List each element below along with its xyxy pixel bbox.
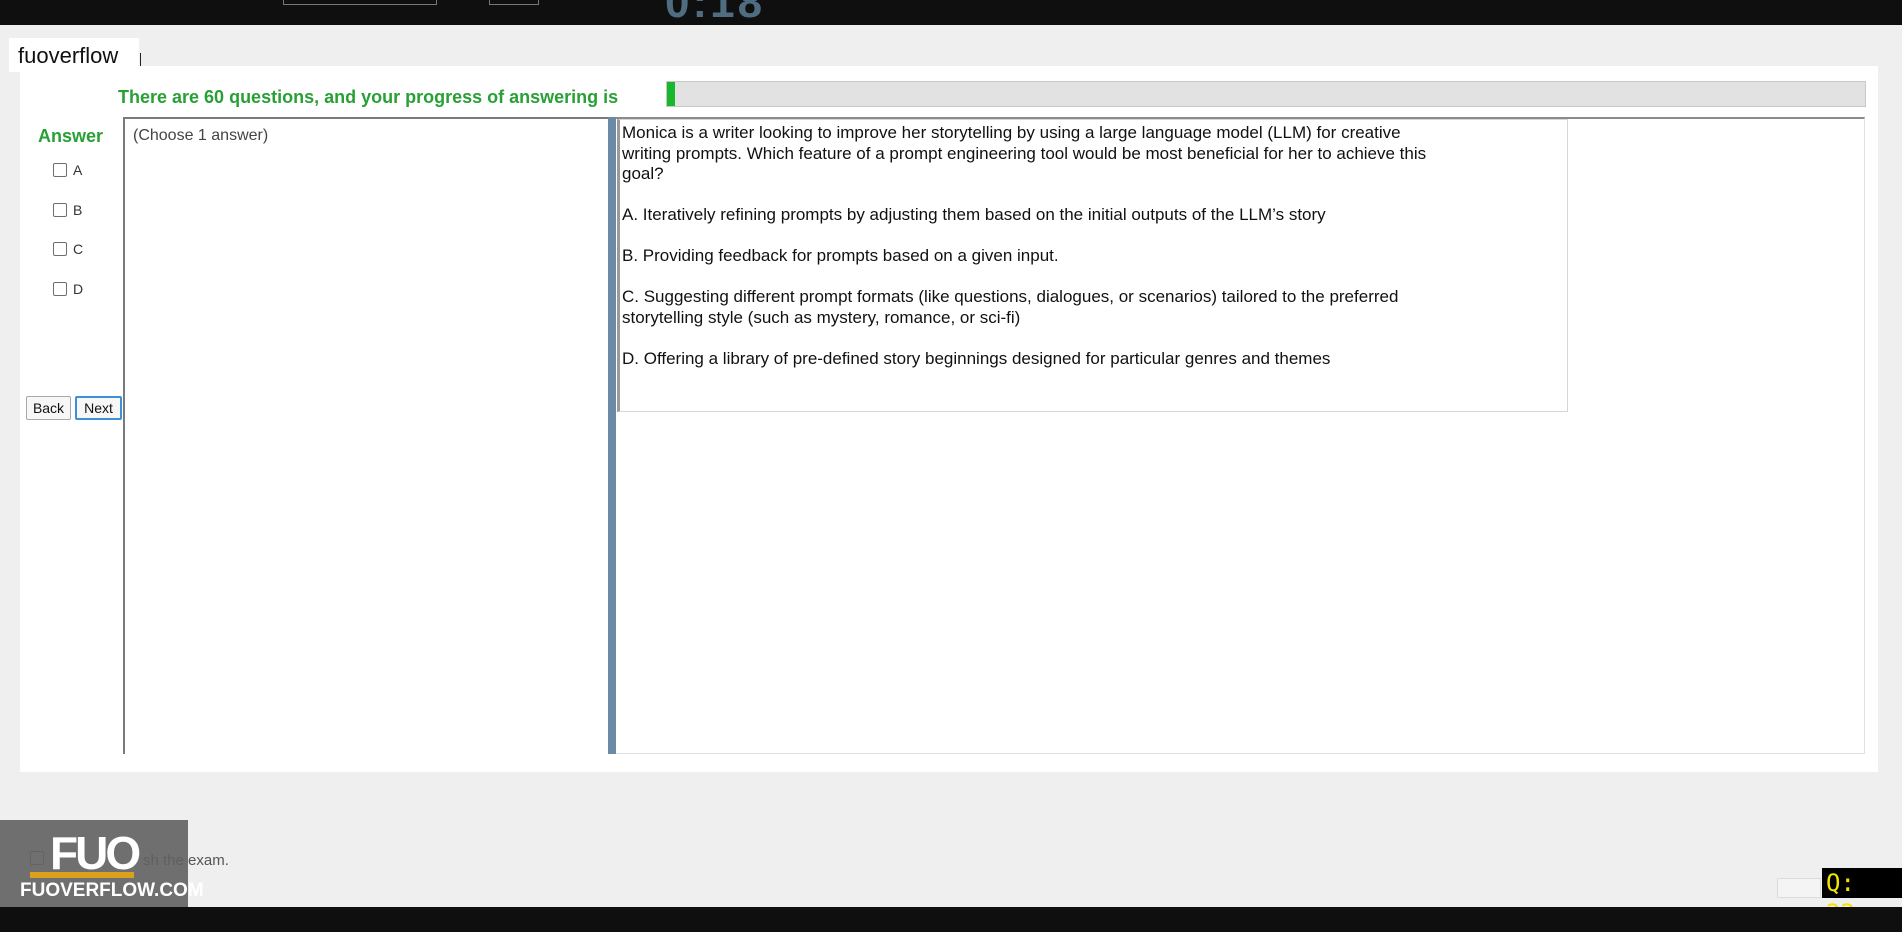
answer-title: Answer	[38, 126, 104, 146]
partial-timer: 0:18	[665, 0, 766, 25]
answer-option-label: D	[73, 281, 84, 297]
question-option-d-text: D. Offering a library of pre-defined sto…	[622, 349, 1331, 368]
next-button[interactable]: Next	[75, 396, 122, 420]
checkbox-a[interactable]	[53, 163, 67, 177]
progress-bar	[666, 81, 1866, 107]
partial-control	[283, 0, 437, 5]
answer-text-area[interactable]: (Choose 1 answer)	[123, 117, 608, 754]
question-option-a-text: A. Iteratively refining prompts by adjus…	[622, 205, 1326, 224]
question-stem-line: writing prompts. Which feature of a prom…	[622, 144, 1427, 163]
question-option-b-text: B. Providing feedback for prompts based …	[622, 246, 1059, 265]
question-counter: Q: 22	[1822, 868, 1902, 927]
question-option-c-text-cont: storytelling style (such as mystery, rom…	[622, 308, 1021, 327]
checkbox-d[interactable]	[53, 282, 67, 296]
question-stem-line: Monica is a writer looking to improve he…	[622, 123, 1401, 142]
back-button[interactable]: Back	[26, 396, 71, 420]
question-stem-line: goal?	[622, 164, 664, 183]
answer-option-label: B	[73, 202, 83, 218]
finish-button-partial[interactable]	[1777, 878, 1821, 898]
question-option-c-text: C. Suggesting different prompt formats (…	[622, 287, 1399, 306]
pane-splitter[interactable]	[608, 117, 616, 754]
top-black-bar: 0:18	[0, 0, 1902, 25]
partial-control	[489, 0, 539, 5]
watermark-strip	[30, 872, 134, 878]
answer-hint: (Choose 1 answer)	[133, 127, 269, 144]
answer-option-label: C	[73, 241, 84, 257]
answer-option-d[interactable]: D	[53, 279, 83, 299]
watermark-site: FUOVERFLOW.COM	[20, 880, 204, 901]
checkbox-b[interactable]	[53, 203, 67, 217]
watermark: FUO FUOVERFLOW.COM	[0, 820, 204, 907]
answer-option-label: A	[73, 162, 83, 178]
bottom-black-bar	[0, 907, 1902, 932]
answer-option-c[interactable]: C	[53, 239, 83, 259]
checkbox-c[interactable]	[53, 242, 67, 256]
progress-fill	[667, 82, 676, 106]
progress-label: There are 60 questions, and your progres…	[118, 87, 619, 107]
answer-option-a[interactable]: A	[53, 160, 82, 180]
answer-option-b[interactable]: B	[53, 200, 82, 220]
